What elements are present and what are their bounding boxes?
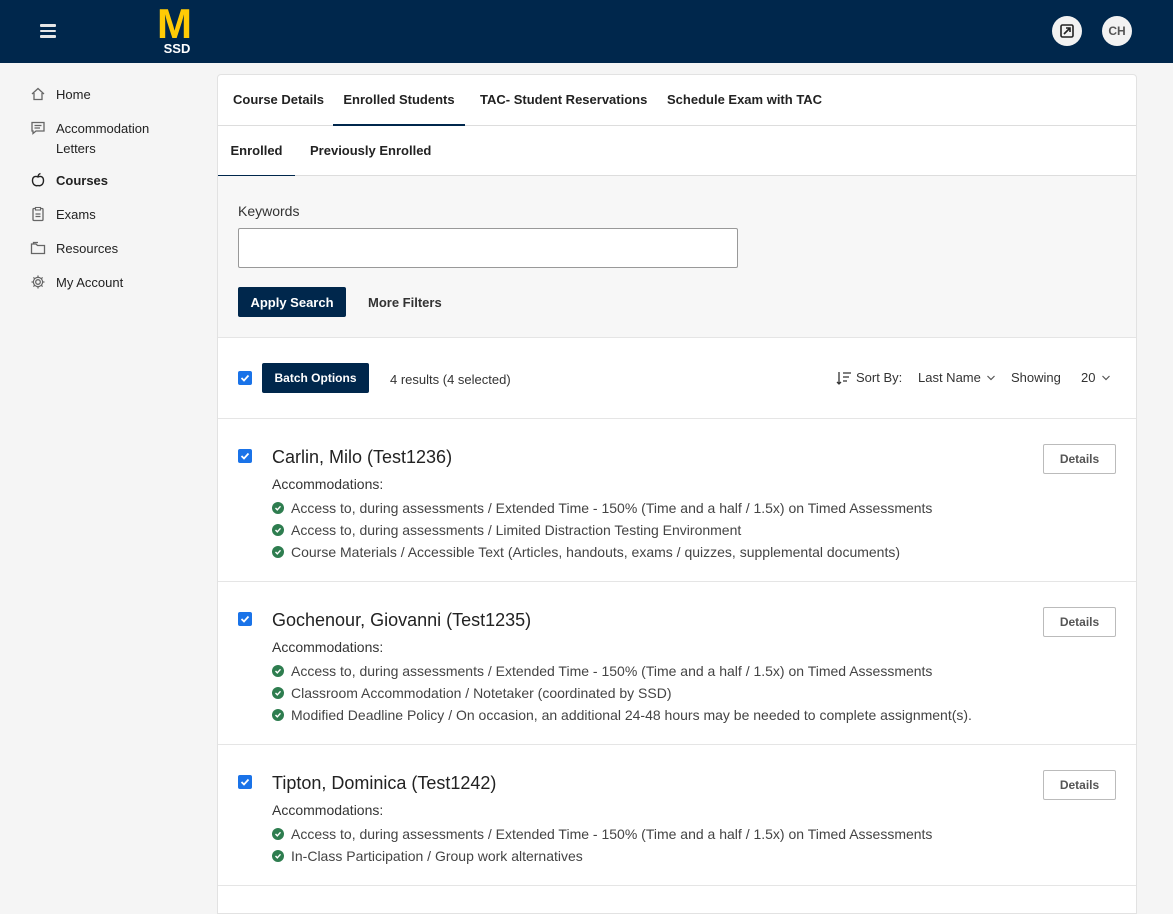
accommodation-item: Access to, during assessments / Extended…	[272, 823, 932, 845]
sidebar-item-exams[interactable]: Exams	[30, 205, 166, 225]
external-link-icon	[1060, 24, 1074, 38]
accommodation-item: Classroom Accommodation / Notetaker (coo…	[272, 682, 972, 704]
student-checkbox[interactable]	[238, 449, 252, 463]
student-name: Tipton, Dominica (Test1242)	[272, 773, 497, 793]
accommodation-text: Access to, during assessments / Limited …	[291, 522, 742, 538]
home-icon	[31, 87, 45, 101]
results-toolbar: Batch Options 4 results (4 selected) Sor…	[218, 338, 1136, 419]
course-tabs: Course Details Enrolled Students TAC- St…	[218, 75, 1136, 126]
check-circle-icon	[272, 524, 284, 536]
apply-search-button[interactable]: Apply Search	[238, 287, 346, 317]
check-circle-icon	[272, 502, 284, 514]
showing-label: Showing	[1011, 370, 1061, 385]
enrollment-tabs: Enrolled Previously Enrolled	[218, 126, 1136, 177]
sidebar-item-resources[interactable]: Resources	[30, 239, 166, 259]
sidebar-item-my-account[interactable]: My Account	[30, 273, 166, 293]
details-button[interactable]: Details	[1043, 770, 1116, 800]
logo[interactable]: M SSD	[148, 0, 200, 58]
folder-icon	[30, 241, 46, 255]
letters-icon	[31, 121, 45, 135]
tab-tac-student-reservations[interactable]: TAC- Student Reservations	[480, 75, 647, 125]
check-circle-icon	[272, 665, 284, 677]
accommodation-item: Access to, during assessments / Extended…	[272, 497, 932, 519]
page-size-value: 20	[1081, 370, 1096, 385]
keywords-label: Keywords	[238, 203, 300, 219]
accommodation-text: Modified Deadline Policy / On occasion, …	[291, 707, 972, 723]
student-name: Gochenour, Giovanni (Test1235)	[272, 610, 532, 630]
accommodation-text: In-Class Participation / Group work alte…	[291, 848, 583, 864]
tab-previously-enrolled[interactable]: Previously Enrolled	[310, 126, 431, 176]
batch-options-button[interactable]: Batch Options	[262, 363, 369, 393]
accommodation-text: Access to, during assessments / Extended…	[291, 500, 933, 516]
accommodation-item: Course Materials / Accessible Text (Arti…	[272, 541, 932, 563]
student-row: Tipton, Dominica (Test1242) Accommodation…	[218, 745, 1136, 886]
menu-icon[interactable]	[40, 24, 56, 38]
apple-icon	[31, 172, 45, 187]
student-name: Carlin, Milo (Test1236)	[272, 447, 453, 467]
accommodations-label: Accommodations:	[272, 639, 384, 655]
accommodation-item: In-Class Participation / Group work alte…	[272, 845, 932, 867]
accommodation-text: Classroom Accommodation / Notetaker (coo…	[291, 685, 672, 701]
tab-enrolled[interactable]: Enrolled	[218, 126, 295, 177]
logo-letter: M	[157, 0, 192, 47]
sidebar-item-home[interactable]: Home	[30, 85, 166, 105]
accommodation-item: Access to, during assessments / Limited …	[272, 519, 932, 541]
check-icon	[240, 452, 250, 460]
check-circle-icon	[272, 687, 284, 699]
tab-enrolled-students[interactable]: Enrolled Students	[333, 75, 465, 126]
accommodation-text: Access to, during assessments / Extended…	[291, 663, 933, 679]
select-all-checkbox[interactable]	[238, 371, 252, 385]
top-bar: M SSD CH	[0, 0, 1173, 63]
check-icon	[240, 374, 250, 382]
clipboard-icon	[32, 206, 44, 222]
gear-icon	[31, 275, 45, 289]
details-button[interactable]: Details	[1043, 444, 1116, 474]
page-size-select[interactable]: 20	[1081, 370, 1111, 385]
student-checkbox[interactable]	[238, 612, 252, 626]
student-checkbox[interactable]	[238, 775, 252, 789]
keywords-input[interactable]	[238, 228, 738, 268]
sidebar-item-label: Courses	[56, 173, 109, 188]
sidebar-item-label: Accommodation Letters	[56, 121, 150, 156]
course-card: Course Details Enrolled Students TAC- St…	[217, 74, 1137, 914]
results-count: 4 results (4 selected)	[390, 372, 511, 387]
accommodations-label: Accommodations:	[272, 802, 384, 818]
sidebar-item-courses[interactable]: Courses	[30, 171, 166, 191]
sort-by: Sort By:	[836, 370, 902, 385]
student-row: Gochenour, Giovanni (Test1235) Accommodat…	[218, 582, 1136, 745]
sidebar-item-label: My Account	[56, 275, 124, 290]
check-circle-icon	[272, 546, 284, 558]
sidebar-item-label: Exams	[56, 207, 96, 222]
sidebar-item-accommodation-letters[interactable]: Accommodation Letters	[30, 119, 166, 159]
sort-icon	[836, 371, 851, 385]
sort-select[interactable]: Last Name	[918, 370, 996, 385]
accommodation-item: Modified Deadline Policy / On occasion, …	[272, 704, 972, 726]
accommodation-item: Access to, during assessments / Extended…	[272, 660, 972, 682]
tab-schedule-exam[interactable]: Schedule Exam with TAC	[667, 75, 822, 125]
check-icon	[240, 615, 250, 623]
student-row: Carlin, Milo (Test1236) Accommodations: Ac…	[218, 419, 1136, 582]
check-icon	[240, 778, 250, 786]
search-filters: Keywords Apply Search More Filters	[218, 176, 1136, 338]
expand-button[interactable]	[1052, 16, 1082, 46]
check-circle-icon	[272, 828, 284, 840]
more-filters-button[interactable]: More Filters	[368, 295, 442, 310]
sort-by-label: Sort By:	[856, 370, 903, 385]
tab-course-details[interactable]: Course Details	[233, 75, 324, 125]
accommodations-list: Access to, during assessments / Extended…	[272, 823, 932, 867]
accommodations-label: Accommodations:	[272, 476, 384, 492]
check-circle-icon	[272, 850, 284, 862]
details-button[interactable]: Details	[1043, 607, 1116, 637]
sort-value: Last Name	[918, 370, 981, 385]
chevron-down-icon	[986, 375, 995, 380]
avatar[interactable]: CH	[1102, 16, 1132, 46]
sidebar-item-label: Home	[56, 87, 91, 102]
chevron-down-icon	[1102, 375, 1111, 380]
accommodation-text: Course Materials / Accessible Text (Arti…	[291, 544, 901, 560]
sidebar-item-label: Resources	[56, 241, 119, 256]
accommodations-list: Access to, during assessments / Extended…	[272, 497, 932, 563]
check-circle-icon	[272, 709, 284, 721]
accommodation-text: Access to, during assessments / Extended…	[291, 826, 933, 842]
accommodations-list: Access to, during assessments / Extended…	[272, 660, 972, 726]
